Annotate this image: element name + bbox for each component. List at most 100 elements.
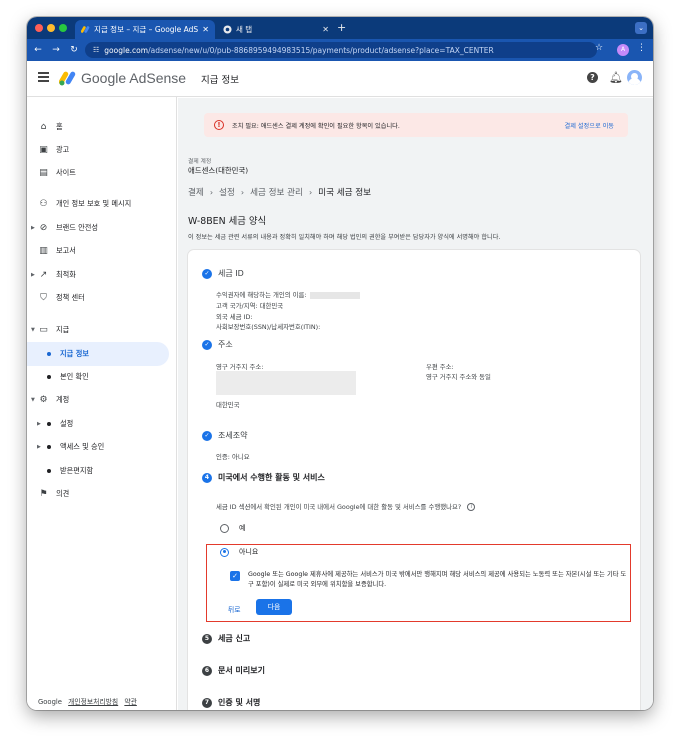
form-description: 이 정보는 세금 관련 서류의 내용과 정확히 일치해야 하며 해당 법인의 권… bbox=[188, 234, 501, 241]
sidebar-item-home[interactable]: ⌂ 홈 bbox=[27, 115, 167, 139]
tab-search-chevron-icon[interactable]: ⌄ bbox=[635, 22, 647, 34]
step-title: 인증 및 서명 bbox=[218, 698, 261, 707]
privacy-icon: ⚇ bbox=[39, 199, 48, 209]
breadcrumb-item[interactable]: 설정 bbox=[219, 186, 235, 198]
privacy-policy-link[interactable]: 개인정보처리방침 bbox=[68, 698, 118, 706]
next-button[interactable]: 다음 bbox=[256, 599, 292, 615]
back-button[interactable]: 뒤로 bbox=[228, 604, 241, 614]
action-required-alert: ! 조치 필요: 애드센스 결제 계정에 확인이 필요한 항목이 있습니다. 결… bbox=[204, 113, 628, 137]
menu-icon[interactable] bbox=[38, 72, 49, 82]
radio-button[interactable] bbox=[220, 523, 229, 533]
reload-icon[interactable]: ↻ bbox=[67, 45, 81, 55]
policy-icon: ⛉ bbox=[40, 293, 47, 303]
sidebar-item-access[interactable]: ▶ 액세스 및 승인 bbox=[27, 435, 167, 459]
site-settings-icon[interactable]: ☷ bbox=[93, 46, 99, 54]
collapse-caret-icon[interactable]: ▼ bbox=[31, 327, 35, 333]
step-number: 6 bbox=[202, 665, 212, 676]
profile-avatar[interactable]: A bbox=[617, 44, 629, 56]
sites-icon: ▤ bbox=[39, 168, 48, 178]
address-bar[interactable]: ☷ google.com/adsense/new/u/0/pub-8868959… bbox=[85, 42, 597, 58]
expand-caret-icon[interactable]: ▶ bbox=[37, 444, 41, 450]
close-tab-icon[interactable]: ✕ bbox=[202, 25, 209, 34]
sidebar-item-settings[interactable]: ▶ 설정 bbox=[27, 412, 167, 436]
sidebar-item-label: 보고서 bbox=[56, 246, 76, 255]
account-label: 결제 계정 bbox=[188, 159, 212, 165]
adsense-favicon-icon bbox=[81, 26, 90, 33]
sidebar-item-optimization[interactable]: ▶ ↗ 최적화 bbox=[27, 263, 167, 287]
sidebar-item-label: 사이트 bbox=[56, 168, 76, 177]
tax-form-card: ✓ 세금 ID 수익권자에 해당하는 개인의 이름: 고객 국가/지역: 대한민… bbox=[188, 250, 640, 710]
browser-menu-icon[interactable]: ⋮ bbox=[637, 43, 646, 53]
sidebar-item-ads[interactable]: ▣ 광고 bbox=[27, 138, 167, 162]
step-title: 세금 신고 bbox=[218, 634, 251, 643]
new-tab-button[interactable]: + bbox=[337, 21, 346, 34]
go-to-payment-settings-link[interactable]: 결제 설정으로 이동 bbox=[565, 121, 614, 130]
sidebar-item-label: 의견 bbox=[56, 489, 70, 498]
minimize-window-button[interactable] bbox=[47, 24, 55, 32]
mailing-address-label: 우편 주소: bbox=[426, 363, 454, 371]
account-name: 애드센스(대한민국) bbox=[188, 166, 249, 175]
chevron-right-icon: › bbox=[308, 187, 313, 197]
sidebar-item-label: 본인 확인 bbox=[60, 372, 89, 381]
sidebar-item-verification[interactable]: 본인 확인 bbox=[27, 365, 167, 389]
certification-text: Google 또는 Google 제휴사에 제공하는 서비스가 미국 밖에서만 … bbox=[248, 571, 627, 588]
step-us-activities[interactable]: 4 미국에서 수행한 활동 및 서비스 bbox=[202, 472, 325, 483]
bullet-icon bbox=[47, 422, 51, 426]
back-arrow-icon[interactable]: ← bbox=[31, 45, 45, 55]
sidebar-item-privacy[interactable]: ⚇ 개인 정보 보호 및 메시지 bbox=[27, 192, 167, 216]
treaty-status: 인증: 아니요 bbox=[216, 453, 250, 461]
sidebar-item-label: 정책 센터 bbox=[56, 293, 85, 302]
forward-arrow-icon[interactable]: → bbox=[49, 45, 63, 55]
step-title: 미국에서 수행한 활동 및 서비스 bbox=[218, 473, 325, 482]
account-avatar[interactable] bbox=[627, 70, 642, 85]
bullet-icon bbox=[47, 375, 51, 379]
tab-adsense[interactable]: 지급 정보 – 지급 – Google AdSense ✕ bbox=[75, 20, 215, 39]
expand-caret-icon[interactable]: ▶ bbox=[31, 272, 35, 278]
terms-link[interactable]: 약관 bbox=[124, 698, 137, 706]
collapse-caret-icon[interactable]: ▼ bbox=[31, 397, 35, 403]
breadcrumb-item[interactable]: 세금 정보 관리 bbox=[250, 186, 303, 198]
sidebar-item-feedback[interactable]: ⚑ 의견 bbox=[27, 482, 167, 506]
step-tax-id[interactable]: ✓ 세금 ID bbox=[202, 268, 244, 279]
notification-bell-icon[interactable]: 🔔︎ bbox=[609, 71, 623, 84]
sidebar-item-brand-safety[interactable]: ▶ ⊘ 브랜드 안전성 bbox=[27, 216, 167, 240]
help-icon[interactable]: ? bbox=[587, 72, 598, 83]
sidebar-item-label: 홈 bbox=[56, 122, 63, 131]
sidebar-item-label: 지급 bbox=[56, 325, 70, 334]
bullet-icon bbox=[47, 352, 51, 356]
sidebar-item-inbox[interactable]: 받은편지함 bbox=[27, 459, 167, 483]
maximize-window-button[interactable] bbox=[59, 24, 67, 32]
step-tax-treaty[interactable]: ✓ 조세조약 bbox=[202, 430, 247, 441]
chevron-right-icon: › bbox=[240, 187, 245, 197]
radio-option-yes[interactable]: 예 bbox=[220, 523, 245, 533]
info-icon[interactable]: i bbox=[467, 502, 476, 511]
mailing-address-value: 영구 거주지 주소와 동일 bbox=[426, 373, 491, 381]
step-document-preview[interactable]: 6 문서 미리보기 bbox=[202, 665, 265, 676]
breadcrumb-item[interactable]: 결제 bbox=[188, 186, 204, 198]
field-label: 수익권자에 해당하는 개인의 이름: bbox=[216, 291, 307, 299]
permanent-address-label: 영구 거주지 주소: bbox=[216, 363, 264, 371]
close-tab-icon[interactable]: ✕ bbox=[322, 25, 329, 34]
beneficiary-name-field: 수익권자에 해당하는 개인의 이름: bbox=[216, 290, 360, 299]
sidebar-item-policy-center[interactable]: ⛉ 정책 센터 bbox=[27, 286, 167, 310]
sidebar-item-reports[interactable]: ▥ 보고서 bbox=[27, 239, 167, 263]
certification-checkbox[interactable]: ✓ bbox=[230, 571, 240, 581]
url-path: /adsense/new/u/0/pub-8868959494983515/pa… bbox=[148, 45, 494, 55]
chevron-right-icon: › bbox=[209, 187, 214, 197]
sidebar-item-payment-info[interactable]: 지급 정보 bbox=[27, 342, 169, 366]
sidebar-item-account[interactable]: ▼ ⚙ 계정 bbox=[27, 388, 167, 412]
expand-caret-icon[interactable]: ▶ bbox=[31, 225, 35, 231]
bullet-icon bbox=[47, 445, 51, 449]
close-window-button[interactable] bbox=[35, 24, 43, 32]
tab-new[interactable]: 새 탭 ✕ bbox=[217, 20, 335, 39]
payments-icon: ▭ bbox=[39, 325, 48, 335]
bookmark-star-icon[interactable]: ☆ bbox=[595, 43, 603, 53]
sidebar-item-sites[interactable]: ▤ 사이트 bbox=[27, 161, 167, 185]
adsense-logo[interactable]: Google AdSense bbox=[59, 70, 186, 86]
step-address[interactable]: ✓ 주소 bbox=[202, 339, 233, 350]
step-certify-sign[interactable]: 7 인증 및 서명 bbox=[202, 697, 260, 708]
expand-caret-icon[interactable]: ▶ bbox=[37, 421, 41, 427]
sidebar-item-payments[interactable]: ▼ ▭ 지급 bbox=[27, 318, 167, 342]
step-tax-filing[interactable]: 5 세금 신고 bbox=[202, 633, 250, 644]
alert-text: 조치 필요: 애드센스 결제 계정에 확인이 필요한 항목이 있습니다. bbox=[232, 123, 400, 130]
